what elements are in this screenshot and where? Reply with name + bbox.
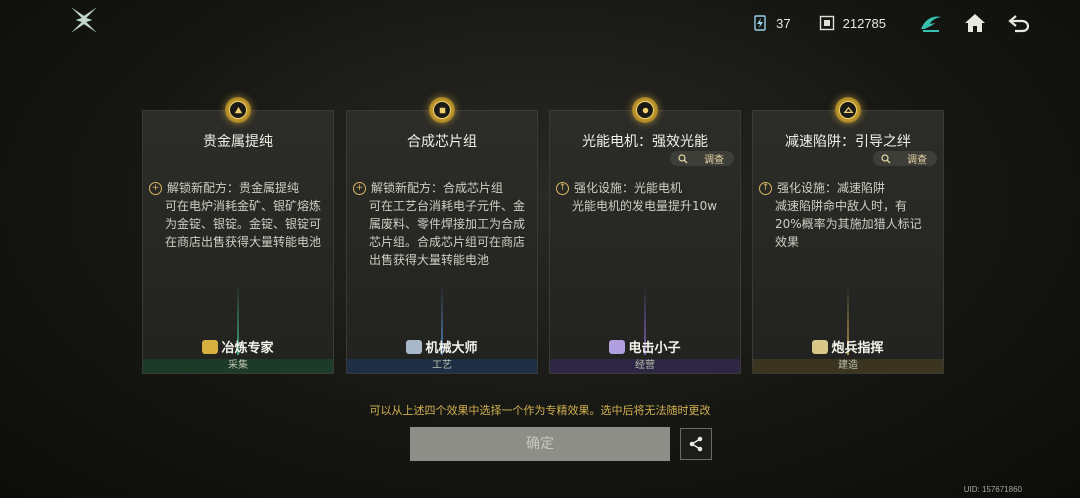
specialization-card-smelting[interactable]: 贵金属提纯 + 解锁新配方：贵金属提纯 可在电炉消耗金矿、银矿熔炼为金锭、银锭。金… — [142, 97, 334, 374]
card-role-label: 炮兵指挥 — [831, 341, 884, 356]
card-body-text: 光能电机的发电量提升10w — [572, 199, 718, 213]
card-lead-text: 解锁新配方：贵金属提纯 — [167, 181, 300, 195]
card-badge-motor-icon — [632, 97, 658, 123]
card-footer-category: 建造 — [753, 359, 943, 373]
card-body-text: 减速陷阱命中敌人时，有20%概率为其施加猎人标记效果 — [775, 199, 922, 249]
game-logo-icon — [70, 6, 98, 34]
energy-cell-icon — [754, 15, 766, 31]
top-bar: 37 212785 — [752, 8, 1034, 38]
home-icon[interactable] — [960, 8, 990, 38]
unlock-icon: + — [149, 182, 162, 195]
card-description: ↑ 强化设施：光能电机 光能电机的发电量提升10w — [556, 179, 730, 215]
card-badge-smelting-icon — [225, 97, 251, 123]
back-icon[interactable] — [1004, 8, 1034, 38]
specialization-card-crafting[interactable]: 合成芯片组 + 解锁新配方：合成芯片组 可在工艺台消耗电子元件、金属废料、零件焊接… — [346, 97, 538, 374]
inspect-label: 调查 — [704, 155, 724, 166]
selection-hint: 可以从上述四个效果中选择一个作为专精效果。选中后将无法随时更改 — [369, 404, 711, 417]
card-body-text: 可在电炉消耗金矿、银矿熔炼为金锭、银锭。金锭、银锭可在商店出售获得大量转能电池 — [165, 199, 322, 249]
inspect-button[interactable]: 调查 — [873, 151, 937, 166]
card-title: 合成芯片组 — [407, 134, 477, 150]
card-role-label: 冶炼专家 — [221, 341, 274, 356]
card-role: 机械大师 — [347, 337, 537, 356]
card-role-label: 电击小子 — [628, 341, 681, 356]
upgrade-icon: ↑ — [556, 182, 569, 195]
role-electric-icon — [609, 339, 626, 354]
search-icon — [881, 153, 891, 163]
card-lead-text: 解锁新配方：合成芯片组 — [371, 181, 504, 195]
card-footer-category: 采集 — [143, 359, 333, 373]
card-description: + 解锁新配方：贵金属提纯 可在电炉消耗金矿、银矿熔炼为金锭、银锭。金锭、银锭可在… — [149, 179, 323, 251]
card-badge-trap-icon — [835, 97, 861, 123]
energy-cell-counter: 37 — [752, 15, 791, 31]
unlock-icon: + — [353, 182, 366, 195]
card-role-label: 机械大师 — [425, 341, 478, 356]
upgrade-icon: ↑ — [759, 182, 772, 195]
card-title: 贵金属提纯 — [203, 134, 273, 150]
card-footer-category: 经营 — [550, 359, 740, 373]
card-title: 光能电机：强效光能 — [582, 134, 708, 150]
card-role: 冶炼专家 — [143, 337, 333, 356]
faction-emblem-icon[interactable] — [916, 8, 946, 38]
card-lead-text: 强化设施：减速陷阱 — [777, 181, 886, 195]
role-artillery-icon — [812, 339, 829, 354]
role-smelter-icon — [202, 339, 219, 354]
currency-value: 212785 — [842, 15, 886, 31]
inspect-label: 调查 — [907, 155, 927, 166]
share-icon — [689, 436, 703, 452]
card-badge-chip-icon — [429, 97, 455, 123]
inspect-button[interactable]: 调查 — [670, 151, 734, 166]
card-title: 减速陷阱：引导之绊 — [785, 134, 911, 150]
card-role: 炮兵指挥 — [753, 337, 943, 356]
user-id: UID: 157671860 — [963, 485, 1022, 494]
role-mechanic-icon — [406, 339, 423, 354]
specialization-card-slow-trap[interactable]: 减速陷阱：引导之绊 调查 ↑ 强化设施：减速陷阱 减速陷阱命中敌人时，有20%概率… — [752, 97, 944, 374]
card-description: ↑ 强化设施：减速陷阱 减速陷阱命中敌人时，有20%概率为其施加猎人标记效果 — [759, 179, 933, 251]
currency-counter: 212785 — [819, 15, 886, 31]
card-footer-category: 工艺 — [347, 359, 537, 373]
search-icon — [678, 153, 688, 163]
specialization-card-solar-motor[interactable]: 光能电机：强效光能 调查 ↑ 强化设施：光能电机 光能电机的发电量提升10w 电击… — [549, 97, 741, 374]
confirm-button[interactable]: 确定 — [410, 427, 670, 461]
card-body-text: 可在工艺台消耗电子元件、金属废料、零件焊接加工为合成芯片组。合成芯片组可在商店出… — [369, 199, 526, 267]
card-role: 电击小子 — [550, 337, 740, 356]
card-lead-text: 强化设施：光能电机 — [574, 181, 683, 195]
currency-icon — [819, 15, 834, 31]
energy-cell-value: 37 — [776, 15, 791, 31]
card-description: + 解锁新配方：合成芯片组 可在工艺台消耗电子元件、金属废料、零件焊接加工为合成芯… — [353, 179, 527, 269]
share-button[interactable] — [680, 428, 712, 460]
